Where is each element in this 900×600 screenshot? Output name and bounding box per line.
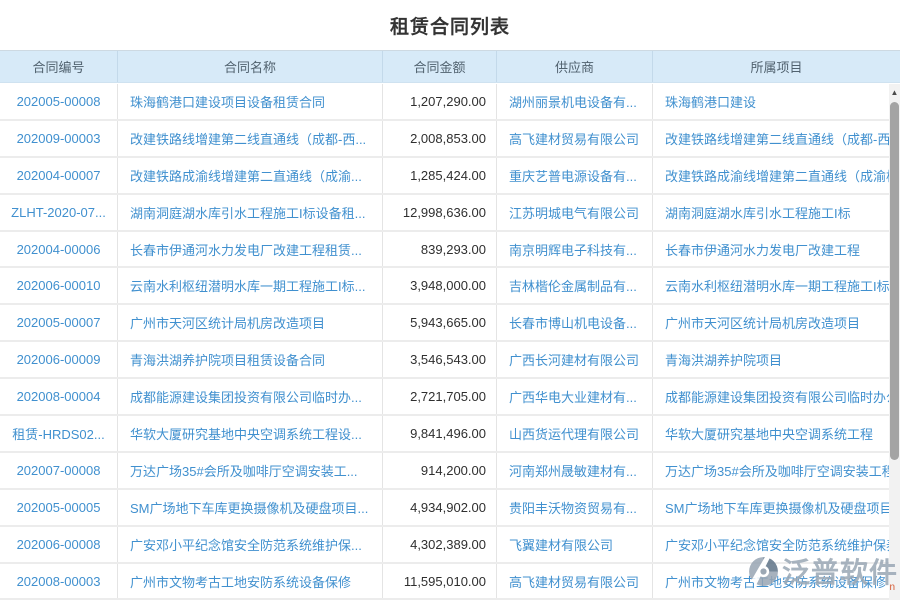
contract-amount: 1,285,424.00 <box>383 158 497 193</box>
project-link[interactable]: 云南水利枢纽潜明水库一期工程施工I标 <box>653 268 900 303</box>
contract-amount: 12,998,636.00 <box>383 195 497 230</box>
contract-name-link[interactable]: 长春市伊通河水力发电厂改建工程租赁... <box>118 232 383 267</box>
contract-name-link[interactable]: SM广场地下车库更换摄像机及硬盘项目... <box>118 490 383 525</box>
contract-id-link[interactable]: 202004-00007 <box>0 158 118 193</box>
supplier-link[interactable]: 江苏明城电气有限公司 <box>497 195 653 230</box>
project-link[interactable]: 改建铁路线增建第二线直通线（成都-西 <box>653 121 900 156</box>
contract-amount: 3,546,543.00 <box>383 342 497 377</box>
project-link[interactable]: 长春市伊通河水力发电厂改建工程 <box>653 232 900 267</box>
contract-amount: 1,207,290.00 <box>383 84 497 119</box>
rental-contract-list-page: 租赁合同列表 合同编号合同名称合同金额供应商所属项目 202005-00008 … <box>0 0 900 600</box>
table-row[interactable]: 202004-00007 改建铁路成渝线增建第二直通线（成渝... 1,285,… <box>0 158 900 195</box>
contract-name-link[interactable]: 广安邓小平纪念馆安全防范系统维护保... <box>118 527 383 562</box>
contract-name-link[interactable]: 云南水利枢纽潜明水库一期工程施工I标... <box>118 268 383 303</box>
table-row[interactable]: 202005-00008 珠海鹤港口建设项目设备租赁合同 1,207,290.0… <box>0 84 900 121</box>
title-bar: 租赁合同列表 <box>0 0 900 50</box>
supplier-link[interactable]: 贵阳丰沃物资贸易有... <box>497 490 653 525</box>
contract-id-link[interactable]: 202006-00008 <box>0 527 118 562</box>
column-header-name: 合同名称 <box>118 51 383 82</box>
supplier-link[interactable]: 湖州丽景机电设备有... <box>497 84 653 119</box>
contract-name-link[interactable]: 改建铁路成渝线增建第二直通线（成渝... <box>118 158 383 193</box>
project-link[interactable]: 成都能源建设集团投资有限公司临时办公 <box>653 379 900 414</box>
supplier-link[interactable]: 高飞建材贸易有限公司 <box>497 121 653 156</box>
project-link[interactable]: 改建铁路成渝线增建第二直通线（成渝枢 <box>653 158 900 193</box>
table-header-row: 合同编号合同名称合同金额供应商所属项目 <box>0 50 900 83</box>
contract-id-link[interactable]: 202008-00003 <box>0 564 118 599</box>
contract-name-link[interactable]: 华软大厦研究基地中央空调系统工程设... <box>118 416 383 451</box>
table-row[interactable]: 202008-00003 广州市文物考古工地安防系统设备保修 11,595,01… <box>0 564 900 600</box>
project-link[interactable]: 万达广场35#会所及咖啡厅空调安装工程 <box>653 453 900 488</box>
column-header-project: 所属项目 <box>653 51 900 82</box>
contract-amount: 5,943,665.00 <box>383 305 497 340</box>
contract-amount: 3,948,000.00 <box>383 268 497 303</box>
contract-amount: 839,293.00 <box>383 232 497 267</box>
project-link[interactable]: 广安邓小平纪念馆安全防范系统维护保养 <box>653 527 900 562</box>
contract-id-link[interactable]: 202005-00008 <box>0 84 118 119</box>
supplier-link[interactable]: 广西华电大业建材有... <box>497 379 653 414</box>
table-row[interactable]: 租赁-HRDS02... 华软大厦研究基地中央空调系统工程设... 9,841,… <box>0 416 900 453</box>
table-row[interactable]: 202004-00006 长春市伊通河水力发电厂改建工程租赁... 839,29… <box>0 232 900 269</box>
contract-id-link[interactable]: 租赁-HRDS02... <box>0 416 118 451</box>
contract-id-link[interactable]: 202005-00005 <box>0 490 118 525</box>
vertical-scrollbar[interactable]: ▲ <box>889 84 900 600</box>
contract-name-link[interactable]: 湖南洞庭湖水库引水工程施工I标设备租... <box>118 195 383 230</box>
project-link[interactable]: 广州市文物考古工地安防系统设备保修 <box>653 564 900 599</box>
table-row[interactable]: 202007-00008 万达广场35#会所及咖啡厅空调安装工... 914,2… <box>0 453 900 490</box>
contract-amount: 9,841,496.00 <box>383 416 497 451</box>
contract-id-link[interactable]: 202005-00007 <box>0 305 118 340</box>
table-row[interactable]: 202005-00007 广州市天河区统计局机房改造项目 5,943,665.0… <box>0 305 900 342</box>
project-link[interactable]: 青海洪湖养护院项目 <box>653 342 900 377</box>
table-row[interactable]: 202006-00009 青海洪湖养护院项目租赁设备合同 3,546,543.0… <box>0 342 900 379</box>
contract-name-link[interactable]: 成都能源建设集团投资有限公司临时办... <box>118 379 383 414</box>
table-body: 202005-00008 珠海鹤港口建设项目设备租赁合同 1,207,290.0… <box>0 84 900 600</box>
supplier-link[interactable]: 吉林楷伦金属制品有... <box>497 268 653 303</box>
project-link[interactable]: 湖南洞庭湖水库引水工程施工I标 <box>653 195 900 230</box>
project-link[interactable]: SM广场地下车库更换摄像机及硬盘项目 <box>653 490 900 525</box>
contract-name-link[interactable]: 改建铁路线增建第二线直通线（成都-西... <box>118 121 383 156</box>
supplier-link[interactable]: 长春市博山机电设备... <box>497 305 653 340</box>
table-row[interactable]: 202008-00004 成都能源建设集团投资有限公司临时办... 2,721,… <box>0 379 900 416</box>
contract-amount: 4,934,902.00 <box>383 490 497 525</box>
contract-id-link[interactable]: 202009-00003 <box>0 121 118 156</box>
supplier-link[interactable]: 山西货运代理有限公司 <box>497 416 653 451</box>
contract-id-link[interactable]: 202007-00008 <box>0 453 118 488</box>
contract-id-link[interactable]: 202006-00009 <box>0 342 118 377</box>
contract-amount: 11,595,010.00 <box>383 564 497 599</box>
contract-name-link[interactable]: 青海洪湖养护院项目租赁设备合同 <box>118 342 383 377</box>
scrollbar-thumb[interactable] <box>890 102 899 460</box>
supplier-link[interactable]: 南京明辉电子科技有... <box>497 232 653 267</box>
contract-id-link[interactable]: ZLHT-2020-07... <box>0 195 118 230</box>
table-row[interactable]: 202009-00003 改建铁路线增建第二线直通线（成都-西... 2,008… <box>0 121 900 158</box>
contract-name-link[interactable]: 万达广场35#会所及咖啡厅空调安装工... <box>118 453 383 488</box>
page-title: 租赁合同列表 <box>390 12 510 39</box>
supplier-link[interactable]: 河南郑州晟敏建材有... <box>497 453 653 488</box>
contract-amount: 2,008,853.00 <box>383 121 497 156</box>
supplier-link[interactable]: 高飞建材贸易有限公司 <box>497 564 653 599</box>
contract-amount: 4,302,389.00 <box>383 527 497 562</box>
supplier-link[interactable]: 广西长河建材有限公司 <box>497 342 653 377</box>
column-header-supplier: 供应商 <box>497 51 653 82</box>
contract-id-link[interactable]: 202006-00010 <box>0 268 118 303</box>
contract-name-link[interactable]: 广州市文物考古工地安防系统设备保修 <box>118 564 383 599</box>
contract-amount: 2,721,705.00 <box>383 379 497 414</box>
table-row[interactable]: ZLHT-2020-07... 湖南洞庭湖水库引水工程施工I标设备租... 12… <box>0 195 900 232</box>
scroll-up-arrow-icon[interactable]: ▲ <box>889 84 900 100</box>
contract-id-link[interactable]: 202004-00006 <box>0 232 118 267</box>
project-link[interactable]: 华软大厦研究基地中央空调系统工程 <box>653 416 900 451</box>
project-link[interactable]: 广州市天河区统计局机房改造项目 <box>653 305 900 340</box>
table-row[interactable]: 202006-00010 云南水利枢纽潜明水库一期工程施工I标... 3,948… <box>0 268 900 305</box>
contract-table: 合同编号合同名称合同金额供应商所属项目 202005-00008 珠海鹤港口建设… <box>0 50 900 600</box>
table-row[interactable]: 202005-00005 SM广场地下车库更换摄像机及硬盘项目... 4,934… <box>0 490 900 527</box>
column-header-amount: 合同金额 <box>383 51 497 82</box>
supplier-link[interactable]: 飞翼建材有限公司 <box>497 527 653 562</box>
contract-name-link[interactable]: 珠海鹤港口建设项目设备租赁合同 <box>118 84 383 119</box>
project-link[interactable]: 珠海鹤港口建设 <box>653 84 900 119</box>
contract-id-link[interactable]: 202008-00004 <box>0 379 118 414</box>
supplier-link[interactable]: 重庆艺普电源设备有... <box>497 158 653 193</box>
contract-amount: 914,200.00 <box>383 453 497 488</box>
table-row[interactable]: 202006-00008 广安邓小平纪念馆安全防范系统维护保... 4,302,… <box>0 527 900 564</box>
column-header-id: 合同编号 <box>0 51 118 82</box>
contract-name-link[interactable]: 广州市天河区统计局机房改造项目 <box>118 305 383 340</box>
